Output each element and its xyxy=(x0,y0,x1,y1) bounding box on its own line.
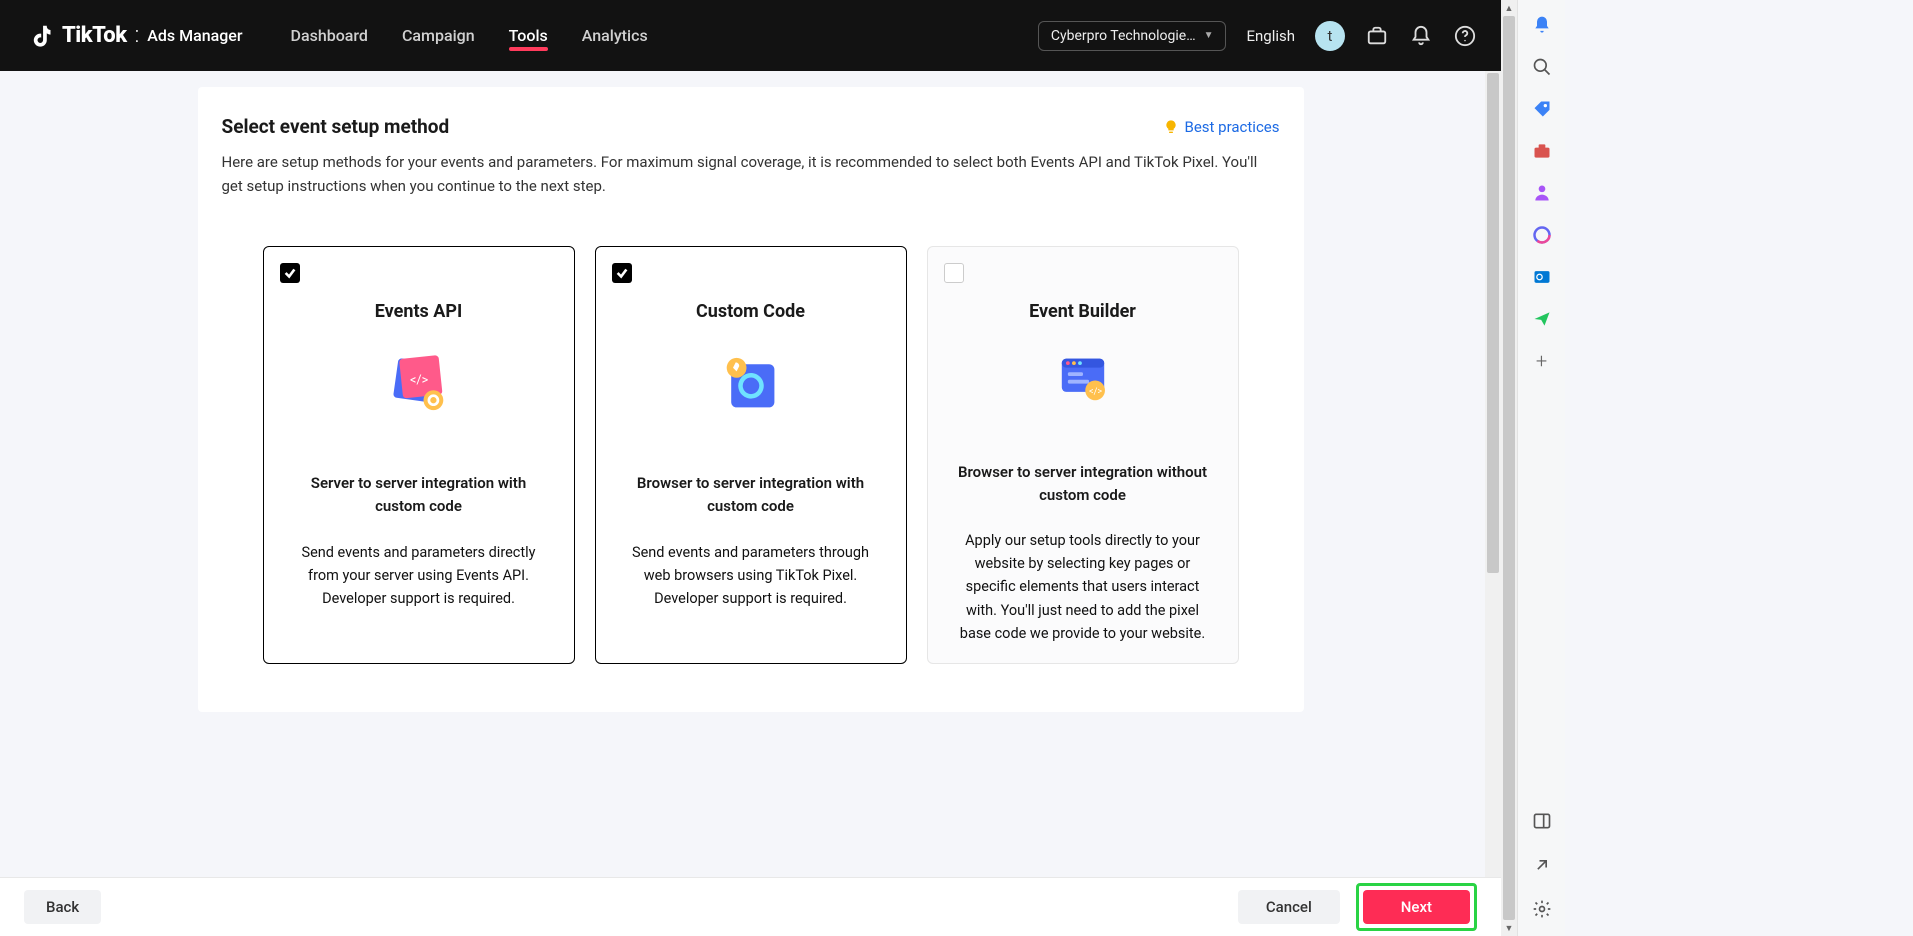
brand: TikTok : Ads Manager xyxy=(32,23,243,49)
next-button-highlight: Next xyxy=(1356,883,1477,931)
back-button[interactable]: Back xyxy=(24,890,101,924)
scroll-up-icon[interactable]: ▲ xyxy=(1501,0,1517,16)
top-navbar: TikTok : Ads Manager Dashboard Campaign … xyxy=(0,0,1501,71)
footer-right: Cancel Next xyxy=(1238,883,1477,931)
brand-separator: : xyxy=(135,23,140,48)
option-subtitle: Server to server integration with custom… xyxy=(282,472,556,519)
nav-tab-tools[interactable]: Tools xyxy=(509,2,548,69)
checkbox-unchecked-icon[interactable] xyxy=(944,263,964,283)
svg-text:</>: </> xyxy=(1089,387,1102,397)
nav-tabs: Dashboard Campaign Tools Analytics xyxy=(291,2,648,69)
help-icon[interactable] xyxy=(1453,24,1477,48)
option-events-api[interactable]: Events API </> Server to server integrat… xyxy=(263,246,575,664)
footer-bar: Back Cancel Next xyxy=(0,877,1501,936)
nav-tab-dashboard[interactable]: Dashboard xyxy=(291,2,368,69)
account-name: Cyberpro Technologie… xyxy=(1051,28,1196,44)
option-description: Send events and parameters through web b… xyxy=(614,541,888,611)
scroll-down-icon[interactable]: ▼ xyxy=(1501,920,1517,936)
settings-gear-icon[interactable] xyxy=(1531,898,1553,920)
event-builder-illustration-icon: </> xyxy=(1047,348,1119,409)
events-api-illustration-icon: </> xyxy=(383,348,455,420)
lightbulb-icon xyxy=(1163,119,1179,135)
scrollbar-thumb[interactable] xyxy=(1487,73,1499,573)
option-subtitle: Browser to server integration with custo… xyxy=(614,472,888,519)
checkbox-checked-icon[interactable] xyxy=(612,263,632,283)
svg-text:</>: </> xyxy=(410,373,429,388)
nav-tab-analytics[interactable]: Analytics xyxy=(582,2,648,69)
best-practices-link[interactable]: Best practices xyxy=(1163,118,1280,136)
brand-product: Ads Manager xyxy=(147,26,242,45)
option-custom-code[interactable]: Custom Code Browser to server integratio… xyxy=(595,246,907,664)
language-selector[interactable]: English xyxy=(1246,27,1295,45)
panel-icon[interactable] xyxy=(1531,810,1553,832)
option-title: Event Builder xyxy=(1029,301,1136,322)
add-icon[interactable]: + xyxy=(1531,350,1553,372)
office-icon[interactable] xyxy=(1531,224,1553,246)
next-button[interactable]: Next xyxy=(1363,890,1470,924)
notifications-bell-icon[interactable] xyxy=(1531,14,1553,36)
custom-code-illustration-icon xyxy=(715,348,787,420)
options-row: Events API </> Server to server integrat… xyxy=(222,246,1280,664)
brand-name: TikTok xyxy=(62,23,127,48)
page-scrollbar[interactable]: ▲ ▼ xyxy=(1501,0,1517,936)
option-title: Events API xyxy=(375,301,462,322)
avatar[interactable]: t xyxy=(1315,21,1345,51)
tiktok-logo-icon xyxy=(32,23,56,49)
content-scroll: Select event setup method Best practices… xyxy=(0,71,1501,936)
option-event-builder[interactable]: Event Builder </> Browser to server inte… xyxy=(927,246,1239,664)
option-subtitle: Browser to server integration without cu… xyxy=(946,461,1220,508)
account-dropdown[interactable]: Cyberpro Technologie… ▼ xyxy=(1038,21,1227,51)
option-description: Apply our setup tools directly to your w… xyxy=(946,529,1220,645)
nav-right: Cyberpro Technologie… ▼ English t xyxy=(1038,21,1477,51)
notifications-icon[interactable] xyxy=(1409,24,1433,48)
option-title: Custom Code xyxy=(696,301,805,322)
page-title: Select event setup method xyxy=(222,115,450,138)
content-scrollbar[interactable] xyxy=(1485,71,1501,877)
outlook-icon[interactable] xyxy=(1531,266,1553,288)
business-center-icon[interactable] xyxy=(1365,24,1389,48)
best-practices-label: Best practices xyxy=(1185,118,1280,136)
scrollbar-thumb[interactable] xyxy=(1503,16,1515,920)
person-icon[interactable] xyxy=(1531,182,1553,204)
content-area: Select event setup method Best practices… xyxy=(0,71,1501,936)
card-header: Select event setup method Best practices xyxy=(222,115,1280,138)
option-description: Send events and parameters directly from… xyxy=(282,541,556,611)
shopping-tag-icon[interactable] xyxy=(1531,98,1553,120)
chevron-down-icon: ▼ xyxy=(1204,30,1214,41)
page-description: Here are setup methods for your events a… xyxy=(222,150,1262,198)
checkbox-checked-icon[interactable] xyxy=(280,263,300,283)
cancel-button[interactable]: Cancel xyxy=(1238,890,1340,924)
toolbox-icon[interactable] xyxy=(1531,140,1553,162)
search-icon[interactable] xyxy=(1531,56,1553,78)
setup-card: Select event setup method Best practices… xyxy=(198,87,1304,712)
browser-sidebar: + xyxy=(1517,0,1565,936)
send-icon[interactable] xyxy=(1531,308,1553,330)
open-external-icon[interactable] xyxy=(1531,854,1553,876)
browser-sidebar-bottom xyxy=(1531,810,1553,936)
nav-tab-campaign[interactable]: Campaign xyxy=(402,2,475,69)
